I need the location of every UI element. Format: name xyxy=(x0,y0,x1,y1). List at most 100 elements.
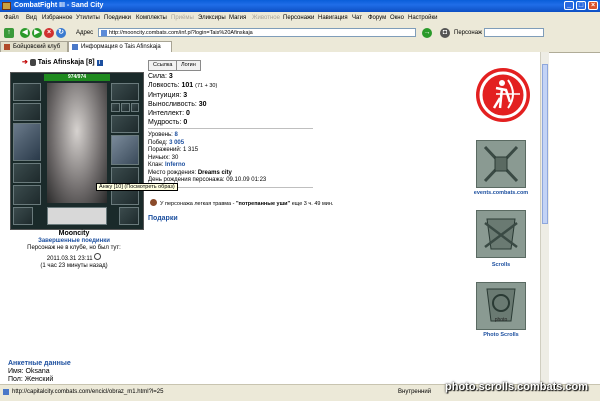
tab-fight-club[interactable]: Бойцовский клуб xyxy=(0,41,68,52)
toolbar: ↑ ◀ ▶ × ↻ Адрес http://mooncity.combats.… xyxy=(0,26,600,41)
character-name: Tais Afinskaja xyxy=(37,59,85,66)
window-titlebar: CombatFight III - Sand City _ □ × xyxy=(0,0,600,12)
menu-bar: Файл Вид Избранное Утилиты Поединки Комп… xyxy=(0,12,600,27)
menu-favorites[interactable]: Избранное xyxy=(42,15,72,21)
stat-label: Интуиция: xyxy=(148,92,182,99)
gifts-link[interactable]: Подарки xyxy=(148,215,178,222)
menu-magic[interactable]: Магия xyxy=(229,15,246,21)
scrolls-label[interactable]: Scrolls xyxy=(466,262,536,268)
address-input[interactable]: http://mooncity.combats.com/inf.pl?login… xyxy=(98,28,416,37)
menu-settings[interactable]: Настройки xyxy=(408,15,437,21)
status-text: Персонаж не в клубе, но был тут: xyxy=(27,245,121,251)
info-label: Побед: xyxy=(148,139,168,146)
app-icon xyxy=(2,2,11,10)
link-button[interactable]: Ссылка xyxy=(148,60,178,71)
info-label: Ничьих: xyxy=(148,154,170,161)
finished-duels-link[interactable]: Завершенные поединки xyxy=(8,238,140,246)
menu-window[interactable]: Окно xyxy=(390,15,404,21)
stat-row: Мудрость: 0 xyxy=(148,118,217,127)
photo-scrolls-label[interactable]: Photo Scrolls xyxy=(466,332,536,338)
menu-view[interactable]: Вид xyxy=(26,15,37,21)
character-nick: ➔ Tais Afinskaja [8] i xyxy=(22,58,103,66)
profile-name: Имя: Oksana xyxy=(8,368,50,375)
menu-duels[interactable]: Поединки xyxy=(104,15,131,21)
stat-label: Мудрость: xyxy=(148,119,182,126)
archer-emblem[interactable] xyxy=(476,68,530,122)
slot-helmet[interactable] xyxy=(13,83,41,101)
clan-link[interactable]: Inferno xyxy=(165,162,185,168)
stat-row: Ловкость: 101 (71 + 30) xyxy=(148,81,217,91)
tooltip: Анжу [10] (Посмотреть образ) xyxy=(96,183,178,191)
menu-forum[interactable]: Форум xyxy=(368,15,386,21)
login-button[interactable]: Логин xyxy=(176,60,201,71)
archer-icon xyxy=(479,71,527,119)
menu-navigation[interactable]: Навигация xyxy=(318,15,348,21)
scrolls-banner[interactable] xyxy=(476,210,526,258)
slot-belt[interactable] xyxy=(13,185,41,205)
slot-weapon[interactable] xyxy=(13,123,41,161)
menu-animal[interactable]: Животное xyxy=(252,15,280,21)
vertical-scrollbar[interactable] xyxy=(540,52,549,384)
trauma-icon[interactable] xyxy=(150,199,157,206)
refresh-icon[interactable]: ↻ xyxy=(56,28,66,38)
minimize-button[interactable]: _ xyxy=(564,1,574,10)
stat-row: Интеллект: 0 xyxy=(148,109,217,118)
menu-chat[interactable]: Чат xyxy=(352,15,362,21)
page-icon xyxy=(3,389,9,395)
slot-ring-3[interactable] xyxy=(131,103,139,112)
close-button[interactable]: × xyxy=(588,1,598,10)
person-label: Персонаж xyxy=(454,30,483,36)
slot-ring-2[interactable] xyxy=(121,103,130,112)
menu-file[interactable]: Файл xyxy=(4,15,19,21)
stat-value: 3 xyxy=(168,73,173,80)
camera-icon[interactable]: ◘ xyxy=(440,28,450,38)
arrow-icon[interactable]: ➔ xyxy=(22,59,28,66)
stat-value: 3 xyxy=(183,92,188,99)
forward-icon[interactable]: ▶ xyxy=(32,28,42,38)
stat-row: Интуиция: 3 xyxy=(148,91,217,100)
slot-bottom-2[interactable] xyxy=(119,207,139,225)
page-icon xyxy=(101,30,107,36)
go-icon[interactable]: → xyxy=(422,28,432,38)
maximize-button[interactable]: □ xyxy=(576,1,586,10)
slot-shield[interactable] xyxy=(111,135,139,165)
info-icon[interactable]: i xyxy=(96,60,103,66)
events-banner[interactable] xyxy=(476,140,526,188)
info-block: Уровень: 8 Побед: 3 005 Поражений: 1 315… xyxy=(148,132,266,185)
hp-bar: 974/974 xyxy=(44,74,110,81)
stat-value: 30 xyxy=(198,101,207,108)
slot-ring-1[interactable] xyxy=(111,103,120,112)
menu-techniques[interactable]: Приёмы xyxy=(171,15,194,21)
stat-label: Ловкость: xyxy=(148,82,180,89)
menu-utilities[interactable]: Утилиты xyxy=(76,15,100,21)
info-value: 09.10.09 01:23 xyxy=(226,177,267,183)
info-value: 1 315 xyxy=(183,147,199,153)
stat-extra: (71 + 30) xyxy=(195,83,218,89)
address-label: Адрес xyxy=(76,30,94,36)
slot-gloves[interactable] xyxy=(111,115,139,133)
profile-gender: Пол: Женский xyxy=(8,376,54,383)
slot-bottom-1[interactable] xyxy=(13,207,33,225)
up-arrow-icon[interactable]: ↑ xyxy=(4,28,14,38)
slot-armor[interactable] xyxy=(13,163,41,183)
events-label[interactable]: events.combats.com xyxy=(466,190,536,196)
tab-character-info[interactable]: Информация о Tais Afinskaja xyxy=(68,41,172,52)
stat-row: Выносливость: 30 xyxy=(148,100,217,109)
scrollbar-thumb[interactable] xyxy=(542,64,548,224)
menu-sets[interactable]: Комплекты xyxy=(136,15,167,21)
stats-block: Сила: 3 Ловкость: 101 (71 + 30) Интуиция… xyxy=(148,72,217,127)
clan-emblem xyxy=(47,207,107,225)
menu-elixirs[interactable]: Эликсиры xyxy=(198,15,226,21)
trauma-name: "потрепанные уши" xyxy=(235,201,291,207)
person-input[interactable] xyxy=(484,28,544,37)
wins-link[interactable]: 3 005 xyxy=(169,140,184,146)
menu-characters[interactable]: Персонажи xyxy=(283,15,314,21)
back-icon[interactable]: ◀ xyxy=(20,28,30,38)
slot-earrings[interactable] xyxy=(111,83,139,101)
city-name: Mooncity xyxy=(58,230,90,237)
slot-amulet[interactable] xyxy=(13,103,41,121)
stop-icon[interactable]: × xyxy=(44,28,54,38)
photo-scrolls-banner[interactable]: photo xyxy=(476,282,526,330)
photo-word: photo xyxy=(494,317,508,323)
trauma-text: У персонажа легкая травма - "потрепанные… xyxy=(160,201,333,207)
